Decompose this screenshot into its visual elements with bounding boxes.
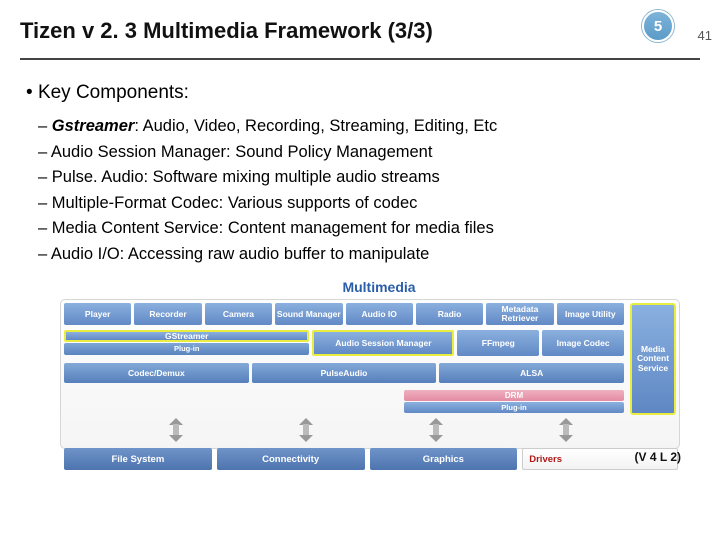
box-gstreamer: GStreamer <box>64 330 309 342</box>
bullet-list: Gstreamer: Audio, Video, Recording, Stre… <box>26 114 694 267</box>
double-arrow-icon <box>293 418 319 442</box>
list-item: Gstreamer: Audio, Video, Recording, Stre… <box>56 114 694 140</box>
section-badge: 5 <box>642 10 674 42</box>
v4l2-label: (V 4 L 2) <box>635 450 681 464</box>
box-graphics: Graphics <box>370 448 518 470</box>
slide-content: Key Components: Gstreamer: Audio, Video,… <box>0 60 720 267</box>
diagram-arrows <box>61 418 681 446</box>
box-player: Player <box>64 303 131 325</box>
box-codec-demux: Codec/Demux <box>64 363 249 383</box>
drm-group: DRM Plug-in <box>404 390 624 413</box>
box-sound-manager: Sound Manager <box>275 303 342 325</box>
double-arrow-icon <box>423 418 449 442</box>
slide-header: Tizen v 2. 3 Multimedia Framework (3/3) … <box>0 0 720 52</box>
box-audio-session-manager: Audio Session Manager <box>312 330 454 356</box>
list-item: Pulse. Audio: Software mixing multiple a… <box>56 165 694 191</box>
diagram-title: Multimedia <box>60 279 698 295</box>
box-connectivity: Connectivity <box>217 448 365 470</box>
box-alsa: ALSA <box>439 363 624 383</box>
box-image-codec: Image Codec <box>542 330 624 356</box>
box-gstreamer-plugin: Plug-in <box>64 343 309 355</box>
box-drm-plugin: Plug-in <box>404 402 624 413</box>
box-audio-io: Audio IO <box>346 303 413 325</box>
diagram-row-drm: DRM Plug-in <box>64 390 624 413</box>
diagram-canvas: Media Content Service Player Recorder Ca… <box>60 299 680 449</box>
double-arrow-icon <box>163 418 189 442</box>
gstreamer-group: GStreamer Plug-in <box>64 330 309 358</box>
media-content-service-box: Media Content Service <box>630 303 676 415</box>
box-recorder: Recorder <box>134 303 201 325</box>
list-item: Audio I/O: Accessing raw audio buffer to… <box>56 242 694 268</box>
box-pulseaudio: PulseAudio <box>252 363 437 383</box>
diagram-row-apis: Player Recorder Camera Sound Manager Aud… <box>64 303 624 325</box>
slide-title: Tizen v 2. 3 Multimedia Framework (3/3) <box>20 18 700 44</box>
list-item: Multiple-Format Codec: Various supports … <box>56 191 694 217</box>
box-drm: DRM <box>404 390 624 401</box>
double-arrow-icon <box>553 418 579 442</box>
list-item: Media Content Service: Content managemen… <box>56 216 694 242</box>
box-camera: Camera <box>205 303 272 325</box>
box-metadata-retriever: Metadata Retriever <box>486 303 553 325</box>
list-item: Audio Session Manager: Sound Policy Mana… <box>56 140 694 166</box>
diagram-footer-row: File System Connectivity Graphics Driver… <box>61 448 681 470</box>
box-image-utility: Image Utility <box>557 303 624 325</box>
box-ffmpeg: FFmpeg <box>457 330 539 356</box>
page-number-badge: 41 <box>698 28 712 43</box>
box-file-system: File System <box>64 448 212 470</box>
box-radio: Radio <box>416 303 483 325</box>
diagram-row-middleware: GStreamer Plug-in Audio Session Manager … <box>64 330 624 358</box>
diagram-row-lowlevel: Codec/Demux PulseAudio ALSA <box>64 363 624 383</box>
architecture-diagram: Multimedia Media Content Service Player … <box>60 279 698 449</box>
section-heading: Key Components: <box>26 82 694 104</box>
